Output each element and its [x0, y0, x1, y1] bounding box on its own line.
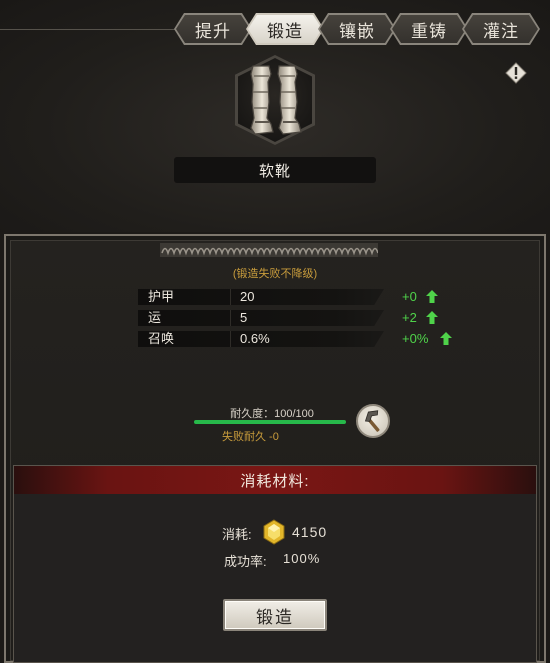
gold-gem-icon: [263, 519, 285, 545]
tab-inlay-label: 镶嵌: [320, 15, 394, 43]
fail-durability-text: 失败耐久 -0: [222, 431, 279, 443]
tab-infuse[interactable]: 灌注: [462, 13, 540, 45]
exclamation-diamond-icon[interactable]: [505, 62, 527, 84]
stat-name: 护甲: [148, 289, 175, 304]
stat-name: 召唤: [148, 331, 175, 346]
repair-button[interactable]: [356, 404, 390, 438]
tab-inlay[interactable]: 镶嵌: [318, 13, 396, 45]
materials-header: 消耗材料:: [14, 466, 536, 494]
success-rate-label: 成功率:: [224, 554, 267, 569]
tab-bar: 提升 锻造 镶嵌 重铸 灌注: [174, 13, 540, 45]
stat-row-armor: 护甲 20 +0: [138, 289, 458, 305]
durability-bar-fill: [194, 420, 346, 424]
durability-bar: [194, 420, 346, 424]
cost-label: 消耗:: [222, 527, 252, 542]
tab-divider-line: [0, 29, 180, 30]
stat-row-luck: 运 5 +2: [138, 310, 458, 326]
success-rate-value: 100%: [283, 551, 321, 566]
arrow-up-icon: [426, 311, 438, 324]
arrow-up-icon: [440, 332, 452, 345]
stat-value: 20: [240, 289, 255, 304]
stat-bonus: +0: [402, 289, 417, 304]
tab-reforge-label: 重铸: [392, 15, 466, 43]
durability-label: 耐久度：100/100: [230, 408, 314, 420]
tab-forge[interactable]: 锻造: [246, 13, 324, 45]
forge-button[interactable]: 锻造: [223, 599, 327, 631]
item-name: 软靴: [174, 157, 376, 183]
stat-bonus: +0%: [402, 331, 429, 346]
stat-bonus: +2: [402, 310, 417, 325]
stat-row-summon: 召唤 0.6% +0%: [138, 331, 458, 347]
tab-upgrade-label: 提升: [176, 15, 250, 43]
tab-infuse-label: 灌注: [464, 15, 538, 43]
materials-box: [13, 465, 537, 663]
tab-forge-label: 锻造: [248, 15, 322, 43]
stat-value: 0.6%: [240, 331, 270, 346]
leather-boots-icon: [250, 65, 302, 135]
hammer-icon: [364, 410, 380, 432]
tab-upgrade[interactable]: 提升: [174, 13, 252, 45]
cost-value: 4150: [292, 524, 328, 540]
decorative-wave-divider: [160, 243, 378, 257]
tab-reforge[interactable]: 重铸: [390, 13, 468, 45]
forge-fail-note: (锻造失败不降级): [232, 268, 318, 280]
stat-name: 运: [148, 310, 162, 325]
arrow-up-icon: [426, 290, 438, 303]
stat-value: 5: [240, 310, 248, 325]
